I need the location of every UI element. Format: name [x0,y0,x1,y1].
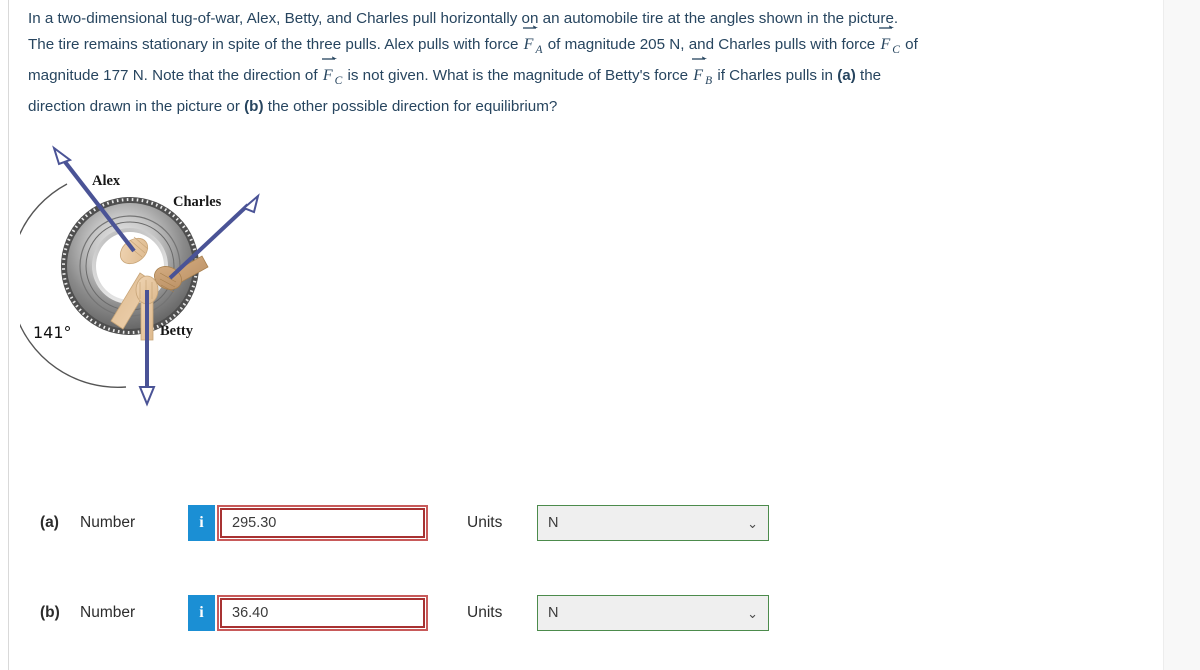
units-value-a: N [548,515,559,531]
statement-part-a-ref: (a) [837,67,856,85]
statement-text-1: In a two-dimensional tug-of-war, Alex, B… [28,10,899,27]
statement-text-3c: if Charles pulls in [713,67,838,85]
units-select-a[interactable]: N ⌄ [537,505,769,541]
label-betty: Betty [160,323,194,339]
part-label-a: (a) [40,514,59,531]
left-edge-divider [8,0,9,670]
force-vector-A: FA [522,25,544,63]
answer-row-b: (b) Number i Units N ⌄ [40,593,769,633]
force-symbol: F [523,36,534,53]
right-gutter-divider [1163,0,1164,670]
force-symbol: F [880,36,891,53]
force-symbol: F [322,67,333,85]
force-vector-C-1: FC [879,25,900,63]
problem-page: In a two-dimensional tug-of-war, Alex, B… [0,0,1200,670]
units-value-b: N [548,605,559,621]
info-button-b[interactable]: i [188,595,215,631]
answer-input-a[interactable] [217,505,428,541]
statement-line-2: The tire remains stationary in spite of … [28,25,1158,63]
label-alex: Alex [92,173,121,189]
betty-force-arrow [135,275,159,407]
number-label-b: Number [80,604,136,621]
part-label-b: (b) [40,604,60,621]
force-subscript-C: C [334,75,343,88]
statement-text-2b: of magnitude 205 N, and Charles pulls wi… [543,36,880,53]
charles-arrowhead [242,193,260,214]
statement-line-4: direction drawn in the picture or (b) th… [28,94,1158,120]
chevron-down-icon: ⌄ [747,515,758,531]
statement-text-2c: of [900,36,918,53]
alex-arrowhead [52,145,73,166]
answer-input-b[interactable] [217,595,428,631]
statement-text-4a: direction drawn in the picture or [28,98,245,116]
force-subscript-A: A [535,44,543,57]
units-label-a: Units [467,514,503,531]
figure-svg: Alex Charles Betty 141° [9,145,260,407]
force-subscript-C: C [892,44,900,57]
statement-text-2a: The tire remains stationary in spite of … [28,36,523,53]
number-label-a: Number [80,514,136,531]
tug-of-war-figure: Alex Charles Betty 141° [9,132,320,422]
statement-text-3d: the [855,67,882,85]
problem-statement: In a two-dimensional tug-of-war, Alex, B… [28,6,1158,120]
units-label-b: Units [467,604,503,621]
statement-text-4b: the other possible direction for equilib… [263,98,558,116]
force-vector-C-2: FC [321,56,343,94]
info-button-a[interactable]: i [188,505,215,541]
statement-line-3: magnitude 177 N. Note that the direction… [28,56,1158,94]
statement-line-1: In a two-dimensional tug-of-war, Alex, B… [28,6,1158,32]
betty-arrowhead [138,386,156,407]
force-symbol: F [693,67,704,85]
statement-text-3b: is not given. What is the magnitude of B… [343,67,693,85]
answer-row-a: (a) Number i Units N ⌄ [40,503,769,543]
angle-label: 141° [33,323,72,342]
force-vector-B: FB [692,56,713,94]
chevron-down-icon: ⌄ [747,605,758,621]
force-subscript-B: B [705,75,713,88]
label-charles: Charles [173,194,222,210]
right-gutter-panel [1163,0,1200,670]
statement-text-3a: magnitude 177 N. Note that the direction… [28,67,322,85]
statement-part-b-ref: (b) [244,98,264,116]
units-select-b[interactable]: N ⌄ [537,595,769,631]
